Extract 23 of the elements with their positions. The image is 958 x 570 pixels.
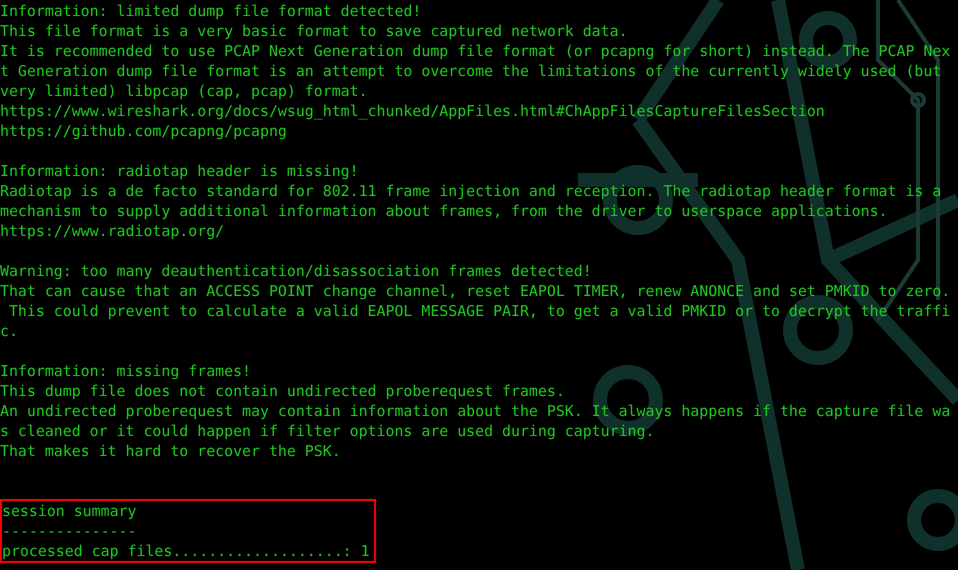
terminal-line: This file format is a very basic format to save captured network data. [0,21,629,41]
terminal-line: https://github.com/pcapng/pcapng [0,121,288,141]
terminal-line: This dump file does not contain undirected proberequest frames. [0,381,566,401]
terminal-line: Information: radiotap header is missing! [0,161,360,181]
terminal-line: Information: limited dump file format detected! [0,1,422,21]
terminal-line: s cleaned or it could happen if filter options are used during capturing. [0,421,656,441]
terminal-line: An undirected proberequest may contain information about the PSK. It always happens if the capture file wa [0,401,950,421]
terminal-line: https://www.radiotap.org/ [0,221,226,241]
terminal-line: https://www.wireshark.org/docs/wsug_html_chunked/AppFiles.html#ChAppFilesCaptureFilesSection [0,101,826,121]
terminal-line: It is recommended to use PCAP Next Generation dump file format (or pcapng for short) instead. The PCAP Nex [0,41,950,61]
terminal-line: c. [0,321,19,341]
terminal-line: mechanism to supply additional information about frames, from the driver to userspace applications. [0,201,889,221]
terminal-line: This could prevent to calculate a valid EAPOL MESSAGE PAIR, to get a valid PMKID or to decrypt the traffi [8,301,950,321]
terminal-line: Information: missing frames! [0,361,252,381]
terminal-line: session summary [2,501,138,521]
terminal-line: Radiotap is a de facto standard for 802.11 frame injection and reception. The radiotap header format is a [0,181,942,201]
terminal-line: Warning: too many deauthentication/disassociation frames detected! [0,261,593,281]
terminal-line: t Generation dump file format is an attempt to overcome the limitations of the currently widely used (but [0,61,942,81]
terminal-line: very limited) libpcap (cap, pcap) format. [0,81,369,101]
terminal-line: That can cause that an ACCESS POINT change channel, reset EAPOL TIMER, renew ANONCE and set PMKID to zero. [0,281,950,301]
terminal-line: --------------- [2,521,138,541]
terminal-line: processed cap files...................: 1 [2,541,370,561]
terminal-line: That makes it hard to recover the PSK. [0,441,342,461]
